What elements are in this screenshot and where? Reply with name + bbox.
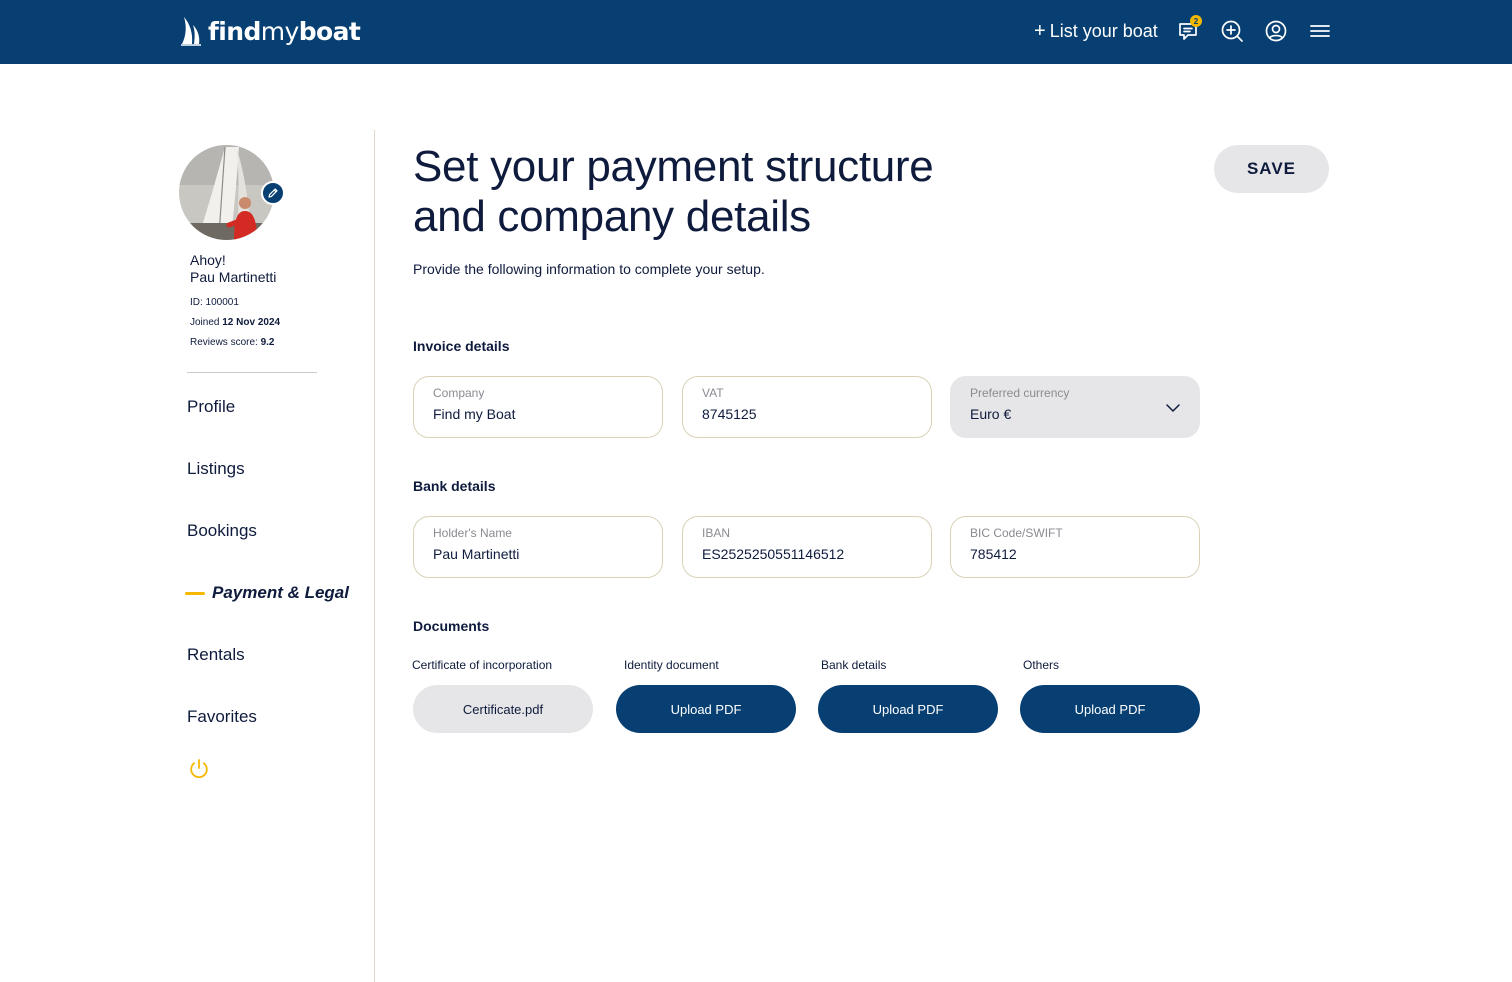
certificate-file-button[interactable]: Certificate.pdf (413, 685, 593, 733)
messages-count-badge: 2 (1190, 15, 1202, 27)
list-your-boat-link[interactable]: + List your boat (1034, 19, 1158, 43)
avatar-photo (179, 145, 274, 240)
list-your-boat-label: List your boat (1049, 20, 1158, 41)
identity-document-label: Identity document (624, 658, 719, 672)
sidebar-vertical-divider (374, 130, 375, 982)
sailboat-logo-icon (181, 17, 201, 46)
pencil-icon (268, 188, 278, 198)
bank-details-heading: Bank details (413, 478, 496, 494)
bank-details-document-label: Bank details (821, 658, 887, 672)
reviews-value: 9.2 (260, 337, 275, 348)
upload-others-button[interactable]: Upload PDF (1020, 685, 1200, 733)
joined-value: 12 Nov 2024 (222, 317, 281, 328)
edit-avatar-button[interactable] (261, 181, 285, 205)
logout-button[interactable] (188, 758, 210, 780)
user-name: Pau Martinetti (190, 269, 277, 285)
sidebar-item-bookings[interactable]: Bookings (187, 519, 257, 543)
reviews-score: Reviews score: 9.2 (190, 337, 275, 348)
company-value: Find my Boat (433, 406, 516, 422)
avatar (179, 145, 274, 240)
reviews-label: Reviews score: (190, 337, 258, 348)
top-navigation-bar: findmyboat + List your boat 2 (0, 0, 1512, 64)
iban-label: IBAN (702, 526, 731, 540)
menu-icon (1310, 25, 1330, 37)
user-id: ID: 100001 (190, 297, 239, 308)
bic-swift-label: BIC Code/SWIFT (970, 526, 1063, 540)
company-label: Company (433, 386, 485, 400)
findmyboat-logo[interactable]: findmyboat (180, 15, 361, 47)
holder-name-value: Pau Martinetti (433, 546, 520, 562)
power-icon (190, 759, 208, 778)
holder-name-label: Holder's Name (433, 526, 512, 540)
search-button[interactable] (1220, 19, 1244, 43)
bic-swift-field[interactable]: BIC Code/SWIFT 785412 (950, 516, 1200, 578)
currency-label: Preferred currency (970, 386, 1070, 400)
chevron-down-icon (1166, 404, 1180, 412)
bic-swift-value: 785412 (970, 546, 1017, 562)
sidebar-item-listings[interactable]: Listings (187, 457, 245, 481)
vat-value: 8745125 (702, 406, 757, 422)
joined-date: Joined 12 Nov 2024 (190, 317, 280, 328)
account-button[interactable] (1264, 19, 1288, 43)
sidebar-item-favorites[interactable]: Favorites (187, 705, 257, 729)
preferred-currency-select[interactable]: Preferred currency Euro € (950, 376, 1200, 438)
iban-value: ES2525250551146512 (702, 546, 845, 562)
page-subtitle: Provide the following information to com… (413, 261, 765, 277)
upload-bank-details-button[interactable]: Upload PDF (818, 685, 998, 733)
company-field[interactable]: Company Find my Boat (413, 376, 663, 438)
sidebar-divider (187, 372, 317, 373)
iban-field[interactable]: IBAN ES2525250551146512 (682, 516, 932, 578)
search-plus-icon (1221, 20, 1243, 42)
invoice-details-heading: Invoice details (413, 338, 510, 354)
upload-identity-document-button[interactable]: Upload PDF (616, 685, 796, 733)
holder-name-field[interactable]: Holder's Name Pau Martinetti (413, 516, 663, 578)
joined-label: Joined (190, 317, 220, 328)
sidebar-item-rentals[interactable]: Rentals (187, 643, 245, 667)
user-greeting: Ahoy! Pau Martinetti (190, 252, 276, 286)
page-title-line-1: Set your payment structure (413, 142, 934, 191)
plus-icon: + (1034, 20, 1046, 42)
page-title-line-2: and company details (413, 192, 811, 241)
vat-label: VAT (702, 386, 724, 400)
certificate-of-incorporation-label: Certificate of incorporation (412, 658, 553, 672)
others-document-label: Others (1023, 658, 1060, 672)
active-indicator (185, 592, 205, 595)
vat-field[interactable]: VAT 8745125 (682, 376, 932, 438)
sidebar-item-profile[interactable]: Profile (187, 395, 235, 419)
documents-heading: Documents (413, 618, 490, 634)
user-circle-icon (1265, 20, 1287, 42)
greeting-text: Ahoy! (190, 252, 226, 268)
menu-button[interactable] (1308, 19, 1332, 43)
logo-wordmark: findmyboat (208, 16, 361, 46)
save-button[interactable]: SAVE (1214, 145, 1329, 193)
page-title: Set your payment structure and company d… (413, 142, 1033, 242)
currency-value: Euro € (970, 406, 1012, 422)
sidebar-item-payment-legal[interactable]: Payment & Legal (212, 581, 349, 605)
